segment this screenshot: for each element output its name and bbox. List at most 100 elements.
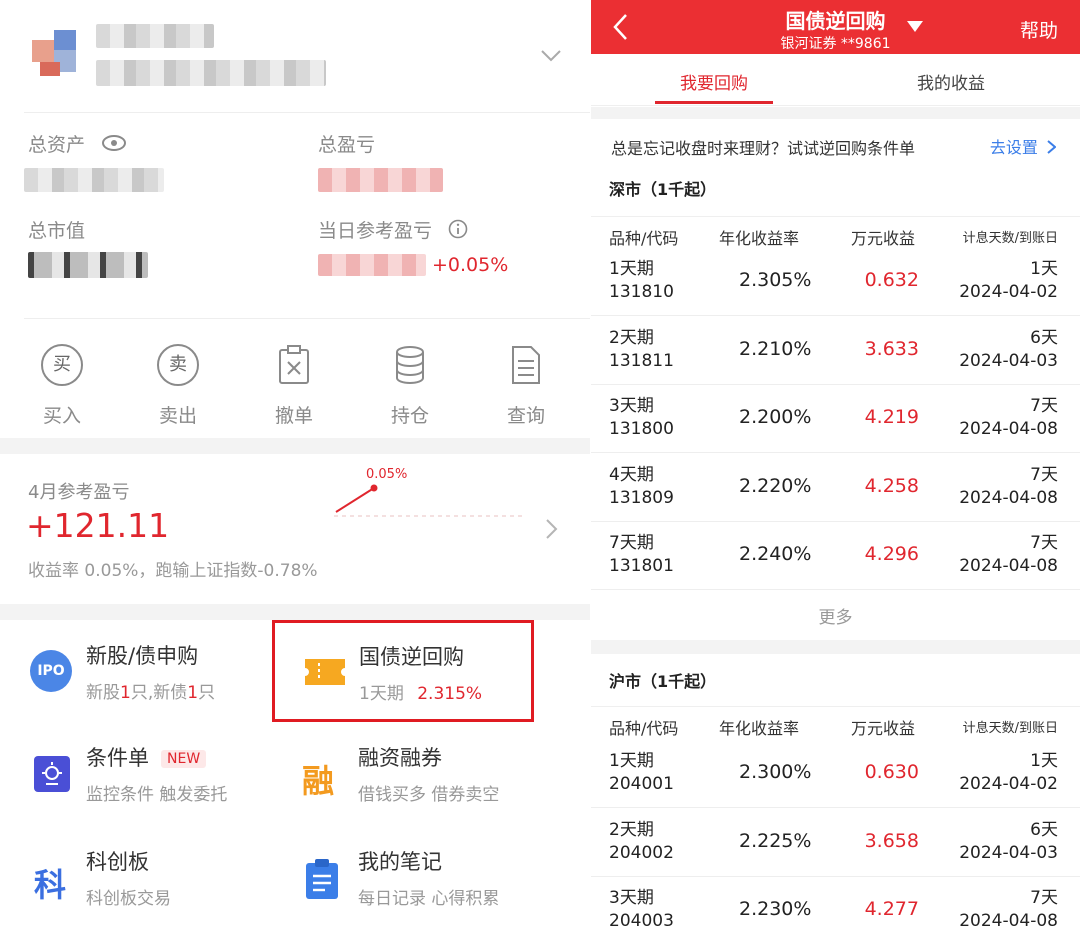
interest-days-date: 7天 2024-04-08 xyxy=(959,888,1058,931)
holdings-button[interactable]: 持仓 xyxy=(370,343,450,428)
interest-days-date: 6天 2024-04-03 xyxy=(959,819,1058,863)
market-value-label: 总市值 xyxy=(28,220,86,242)
product-term-code: 1天期 204001 xyxy=(609,751,674,794)
annual-rate: 2.305% xyxy=(739,269,812,291)
chevron-right-icon xyxy=(544,518,558,544)
eye-icon[interactable] xyxy=(101,134,127,157)
repo-table-row[interactable]: 1天期 204001 2.300% 0.630 1天 2024-04-02 xyxy=(591,740,1080,808)
cancel-order-button[interactable]: 撤单 xyxy=(254,343,334,428)
treasury-repo-entry[interactable]: 国债逆回购 1天期 2.315% xyxy=(272,620,534,722)
help-button[interactable]: 帮助 xyxy=(1020,16,1058,43)
income-per-10k: 3.633 xyxy=(864,337,919,360)
buy-icon: 买 xyxy=(41,344,83,386)
divider xyxy=(24,112,590,113)
product-term-code: 7天期 131801 xyxy=(609,533,674,576)
repo-table-row[interactable]: 4天期 131809 2.220% 4.258 7天 2024-04-08 xyxy=(591,454,1080,522)
sparkline-label: 0.05% xyxy=(366,467,408,482)
document-icon xyxy=(504,343,548,387)
chevron-down-icon[interactable] xyxy=(540,48,562,67)
income-per-10k: 4.277 xyxy=(864,898,919,920)
daily-ref-pl-label: 当日参考盈亏 xyxy=(318,216,468,244)
monthly-pl-desc: 收益率 0.05%，跑输上证指数-0.78% xyxy=(28,561,318,581)
product-term-code: 4天期 131809 xyxy=(609,464,674,508)
income-per-10k: 0.632 xyxy=(864,269,919,291)
header-subtitle: 银河证券 **9861 xyxy=(780,36,891,52)
product-term-code: 1天期 131810 xyxy=(609,259,674,302)
monthly-pl-value: +121.11 xyxy=(26,506,170,545)
treasury-repo-title: 国债逆回购 xyxy=(359,645,464,669)
income-per-10k: 4.296 xyxy=(864,543,919,565)
repo-table-row[interactable]: 3天期 131800 2.200% 4.219 7天 2024-04-08 xyxy=(591,385,1080,453)
section-gap xyxy=(591,640,1080,654)
ticket-icon xyxy=(303,657,347,691)
total-assets-masked xyxy=(24,168,164,192)
total-assets-label: 总资产 xyxy=(28,130,127,157)
active-tab-indicator xyxy=(655,101,773,104)
annual-rate: 2.230% xyxy=(739,898,812,920)
info-icon[interactable] xyxy=(448,219,468,244)
sparkline xyxy=(330,466,530,536)
interest-days-date: 7天 2024-04-08 xyxy=(959,396,1058,439)
annual-rate: 2.240% xyxy=(739,543,812,565)
annual-rate: 2.300% xyxy=(739,761,812,783)
header-title[interactable]: 国债逆回购 xyxy=(591,5,1080,34)
notes-clipboard-icon xyxy=(304,858,340,904)
product-term-code: 3天期 204003 xyxy=(609,888,674,931)
right-panel: 国债逆回购 银河证券 **9861 帮助 我要回购 我的收益 总是忘记收盘时来理… xyxy=(591,0,1080,943)
income-per-10k: 4.258 xyxy=(864,474,919,497)
total-pl-label: 总盈亏 xyxy=(318,134,376,156)
repo-table-row[interactable]: 1天期 131810 2.305% 0.632 1天 2024-04-02 xyxy=(591,248,1080,316)
product-term-code: 3天期 131800 xyxy=(609,396,674,439)
query-button[interactable]: 查询 xyxy=(486,343,566,428)
account-avatar[interactable] xyxy=(32,30,82,78)
repo-table-row[interactable]: 7天期 131801 2.240% 4.296 7天 2024-04-08 xyxy=(591,522,1080,590)
more-button[interactable]: 更多 xyxy=(591,603,1080,628)
tab-buy-repo[interactable]: 我要回购 xyxy=(680,69,748,94)
section-gap xyxy=(0,604,590,620)
tab-my-earnings[interactable]: 我的收益 xyxy=(917,69,985,94)
interest-days-date: 7天 2024-04-08 xyxy=(959,533,1058,576)
section-gap xyxy=(0,438,590,454)
sell-button[interactable]: 卖 卖出 xyxy=(138,343,218,428)
sh-section-title: 沪市（1千起） xyxy=(609,672,717,691)
clipboard-x-icon xyxy=(272,343,316,387)
income-per-10k: 0.630 xyxy=(864,761,919,783)
monthly-pl-title: 4月参考盈亏 xyxy=(28,482,130,503)
buy-button[interactable]: 买 买入 xyxy=(22,343,102,428)
annual-rate: 2.210% xyxy=(739,337,812,360)
sell-icon: 卖 xyxy=(157,344,199,386)
section-gap xyxy=(591,107,1080,119)
conditional-order-icon xyxy=(34,756,70,792)
chevron-right-icon xyxy=(1047,139,1057,158)
tab-bar: 我要回购 我的收益 xyxy=(591,54,1080,106)
go-settings-link[interactable]: 去设置 xyxy=(990,134,1057,158)
monthly-pl-card[interactable]: 4月参考盈亏 +121.11 收益率 0.05%，跑输上证指数-0.78% 0.… xyxy=(0,454,590,604)
sz-section-title: 深市（1千起） xyxy=(609,180,717,199)
market-value-masked xyxy=(28,252,148,278)
condition-order-banner: 总是忘记收盘时来理财？试试逆回购条件单 去设置 xyxy=(591,119,1080,167)
star-market-icon: 科 xyxy=(34,866,67,904)
interest-days-date: 7天 2024-04-08 xyxy=(959,464,1058,508)
interest-days-date: 6天 2024-04-03 xyxy=(959,327,1058,371)
database-icon xyxy=(388,343,432,387)
new-badge: NEW xyxy=(161,750,207,768)
ipo-icon: IPO xyxy=(30,650,72,692)
divider xyxy=(24,318,590,319)
daily-ref-pl-pct: +0.05% xyxy=(432,254,509,276)
account-name-masked xyxy=(96,24,214,48)
income-per-10k: 4.219 xyxy=(864,406,919,428)
product-term-code: 2天期 204002 xyxy=(609,819,674,863)
repo-term: 1天期 xyxy=(359,684,404,704)
repo-rate: 2.315% xyxy=(417,684,483,704)
sh-table-header: 品种/代码 年化收益率 万元收益 计息天数/到账日 xyxy=(591,706,1080,742)
repo-table-row[interactable]: 3天期 204003 2.230% 4.277 7天 2024-04-08 xyxy=(591,877,1080,943)
interest-days-date: 1天 2024-04-02 xyxy=(959,751,1058,794)
income-per-10k: 3.658 xyxy=(864,829,919,852)
total-pl-masked xyxy=(318,168,443,192)
app-header: 国债逆回购 银河证券 **9861 帮助 xyxy=(591,0,1080,54)
repo-table-row[interactable]: 2天期 131811 2.210% 3.633 6天 2024-04-03 xyxy=(591,317,1080,385)
repo-table-row[interactable]: 2天期 204002 2.225% 3.658 6天 2024-04-03 xyxy=(591,809,1080,877)
sz-table-header: 品种/代码 年化收益率 万元收益 计息天数/到账日 xyxy=(591,216,1080,252)
product-term-code: 2天期 131811 xyxy=(609,327,674,371)
daily-ref-pl-masked xyxy=(318,254,426,276)
